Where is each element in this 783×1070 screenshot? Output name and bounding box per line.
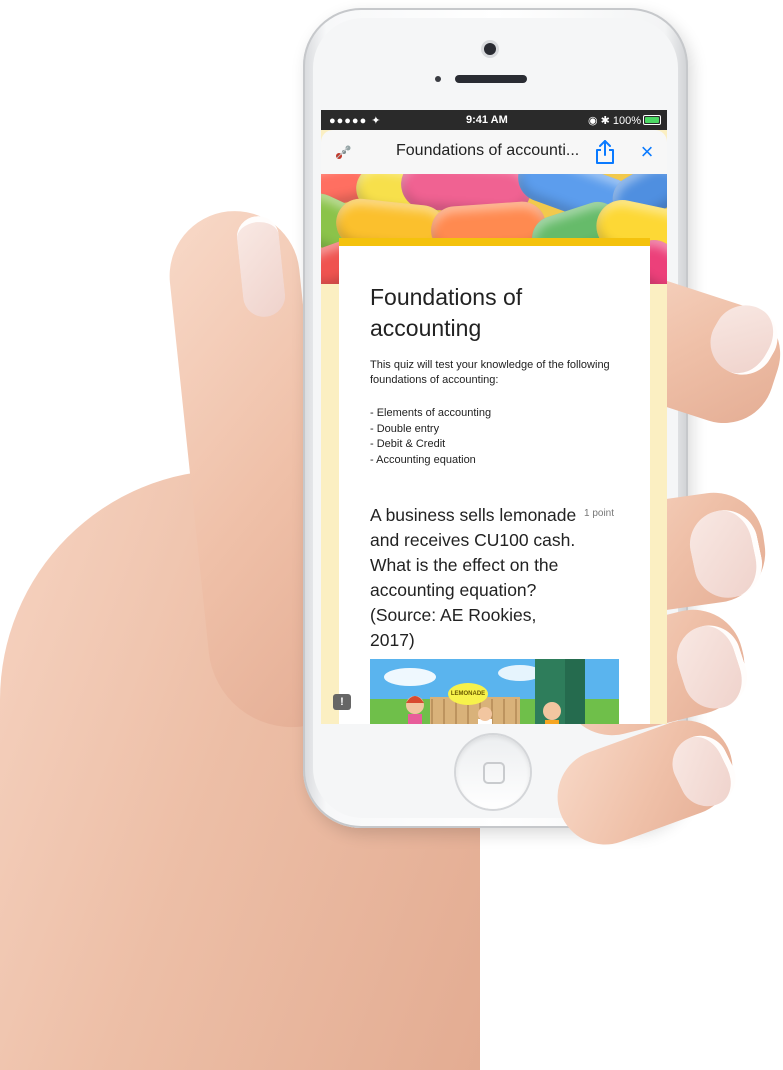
- status-bar: ●●●●● ✦ 9:41 AM ◉ ✱ 100%: [321, 110, 667, 130]
- topic-list: - Elements of accounting - Double entry …: [370, 406, 615, 468]
- proximity-sensor: [435, 76, 441, 82]
- status-indicators: ◉ ✱ 100%: [587, 115, 641, 127]
- logo-icon: [333, 142, 353, 162]
- close-button[interactable]: ×: [635, 140, 659, 164]
- form-description: This quiz will test your knowledge of th…: [370, 359, 610, 386]
- question-text: A business sells lemonade and receives C…: [370, 505, 577, 650]
- battery-icon: [643, 115, 661, 125]
- share-icon[interactable]: [593, 138, 617, 166]
- cartoon-illustration: [370, 659, 619, 724]
- status-time: 9:41 AM: [466, 114, 508, 126]
- list-item: - Accounting equation: [370, 453, 476, 466]
- phone-screen: ●●●●● ✦ 9:41 AM ◉ ✱ 100% Foundations of …: [321, 110, 667, 724]
- feedback-icon[interactable]: !: [333, 694, 351, 710]
- list-item: - Elements of accounting: [370, 407, 492, 419]
- battery-level: [645, 117, 659, 123]
- front-camera: [484, 43, 496, 55]
- home-button[interactable]: [456, 735, 530, 809]
- lemonade-sign: LEMONADE: [448, 683, 488, 705]
- list-item: - Debit & Credit: [370, 438, 446, 450]
- question-points: 1 point: [584, 508, 615, 519]
- form-card: Foundations of accounting This quiz will…: [339, 238, 650, 724]
- list-item: - Double entry: [370, 422, 440, 435]
- earpiece-speaker: [455, 75, 527, 83]
- signal-indicator: ●●●●● ✦: [329, 115, 382, 127]
- question-image: LEMONADE: [370, 659, 619, 724]
- form-title: Foundations of accounting: [370, 284, 523, 341]
- home-button-square-icon: [483, 762, 505, 784]
- browser-nav-bar: Foundations of accounti... ×: [321, 130, 667, 175]
- page-title: Foundations of accounti...: [396, 142, 580, 159]
